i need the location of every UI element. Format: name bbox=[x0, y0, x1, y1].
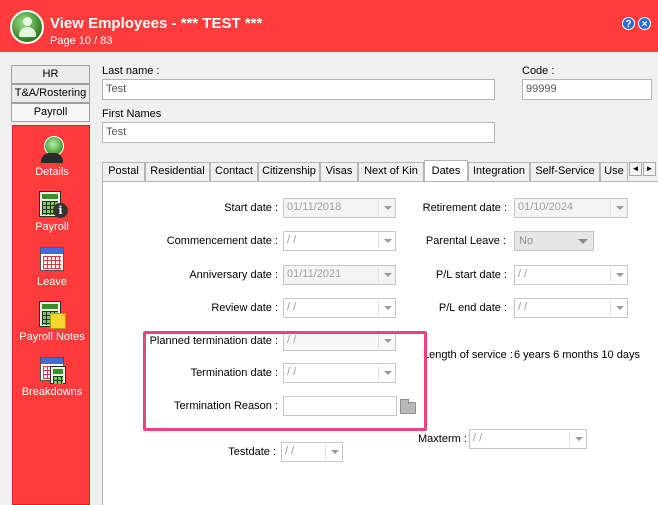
employee-details-icon bbox=[38, 136, 66, 164]
code-label: Code : bbox=[522, 65, 555, 77]
commencement-date-picker[interactable]: / / bbox=[283, 231, 396, 251]
chevron-down-icon bbox=[616, 273, 624, 277]
module-tab-ta-rostering[interactable]: T&A/Rostering bbox=[11, 84, 90, 103]
length-of-service-value: 6 years 6 months 10 days bbox=[514, 349, 640, 361]
calendar-icon bbox=[38, 246, 66, 274]
calendar-calculator-icon bbox=[38, 356, 66, 384]
module-tab-payroll[interactable]: Payroll bbox=[11, 103, 90, 122]
anniversary-date-label: Anniversary date : bbox=[189, 269, 278, 281]
nav-item-payroll[interactable]: i Payroll bbox=[13, 191, 91, 233]
chevron-down-icon bbox=[578, 239, 588, 244]
pl-end-date-value: / / bbox=[518, 301, 528, 313]
payroll-calculator-icon: i bbox=[38, 191, 68, 219]
tab-dates[interactable]: Dates bbox=[424, 160, 468, 182]
chevron-down-icon bbox=[616, 306, 624, 310]
record-tabs: Postal Residential Contact Citizenship V… bbox=[102, 160, 658, 182]
chevron-down-icon bbox=[575, 437, 583, 441]
chevron-down-icon bbox=[384, 273, 392, 277]
nav-item-label: Breakdowns bbox=[21, 386, 83, 398]
tab-integration[interactable]: Integration bbox=[468, 162, 530, 181]
pl-end-date-label: P/L end date : bbox=[438, 302, 507, 314]
last-name-field[interactable]: Test bbox=[102, 79, 495, 100]
review-date-label: Review date : bbox=[211, 302, 278, 314]
title-bar: View Employees - *** TEST *** Page 10 / … bbox=[0, 0, 658, 52]
tab-citizenship[interactable]: Citizenship bbox=[258, 162, 320, 181]
employee-window: View Employees - *** TEST *** Page 10 / … bbox=[0, 0, 658, 505]
start-date-value: 01/11/2018 bbox=[287, 201, 342, 213]
chevron-down-icon bbox=[384, 306, 392, 310]
window-title: View Employees - *** TEST *** bbox=[50, 15, 263, 32]
calculator-note-icon bbox=[38, 301, 66, 329]
tab-contact[interactable]: Contact bbox=[210, 162, 258, 181]
maxterm-value: / / bbox=[473, 432, 483, 444]
testdate-picker[interactable]: / / bbox=[281, 442, 343, 462]
length-of-service-label: Length of service : bbox=[423, 349, 513, 361]
parental-leave-value: No bbox=[519, 235, 534, 247]
page-counter: Page 10 / 83 bbox=[50, 35, 113, 47]
module-tab-hr[interactable]: HR bbox=[11, 65, 90, 84]
code-field[interactable]: 99999 bbox=[522, 79, 652, 100]
payroll-nav-panel: Details i Payroll Leave Payroll Notes Br… bbox=[12, 125, 90, 505]
first-names-label: First Names bbox=[102, 108, 162, 120]
review-date-value: / / bbox=[287, 301, 297, 313]
commencement-date-value: / / bbox=[287, 234, 297, 246]
nav-item-label: Payroll bbox=[35, 221, 69, 233]
chevron-down-icon bbox=[331, 450, 339, 454]
testdate-value: / / bbox=[285, 445, 295, 457]
chevron-down-icon bbox=[616, 206, 624, 210]
tab-scroll-right-icon[interactable]: ► bbox=[643, 162, 656, 176]
app-logo-icon bbox=[10, 10, 44, 44]
help-button[interactable]: ? bbox=[622, 17, 635, 30]
maxterm-label: Maxterm : bbox=[418, 433, 467, 445]
pl-start-date-picker[interactable]: / / bbox=[514, 265, 628, 285]
start-date-label: Start date : bbox=[224, 202, 278, 214]
chevron-down-icon bbox=[384, 239, 392, 243]
close-button[interactable]: × bbox=[638, 17, 651, 30]
pl-start-date-value: / / bbox=[518, 268, 528, 280]
chevron-down-icon bbox=[384, 206, 392, 210]
first-names-field[interactable]: Test bbox=[102, 122, 495, 143]
maxterm-picker[interactable]: / / bbox=[469, 429, 587, 449]
module-tabs: HR T&A/Rostering Payroll bbox=[11, 65, 90, 122]
retirement-date-picker[interactable]: 01/10/2024 bbox=[514, 198, 628, 218]
nav-item-details[interactable]: Details bbox=[13, 136, 91, 178]
last-name-label: Last name : bbox=[102, 65, 160, 77]
tab-postal[interactable]: Postal bbox=[102, 162, 145, 181]
start-date-picker[interactable]: 01/11/2018 bbox=[283, 198, 396, 218]
retirement-date-value: 01/10/2024 bbox=[518, 201, 574, 213]
testdate-label: Testdate : bbox=[228, 446, 276, 458]
parental-leave-label: Parental Leave : bbox=[425, 235, 506, 247]
nav-item-label: Payroll Notes bbox=[19, 331, 85, 343]
nav-item-payroll-notes[interactable]: Payroll Notes bbox=[13, 301, 91, 343]
tab-next-of-kin[interactable]: Next of Kin bbox=[358, 162, 424, 181]
pl-start-date-label: P/L start date : bbox=[435, 269, 507, 281]
tab-residential[interactable]: Residential bbox=[145, 162, 210, 181]
nav-item-label: Details bbox=[35, 166, 69, 178]
tab-self-service[interactable]: Self-Service bbox=[530, 162, 600, 181]
tab-visas[interactable]: Visas bbox=[320, 162, 358, 181]
tab-use[interactable]: Use bbox=[600, 162, 628, 181]
retirement-date-label: Retirement date : bbox=[422, 202, 507, 214]
pl-end-date-picker[interactable]: / / bbox=[514, 298, 628, 318]
tab-scroll-left-icon[interactable]: ◄ bbox=[629, 162, 642, 176]
parental-leave-select[interactable]: No bbox=[514, 231, 594, 251]
commencement-date-label: Commencement date : bbox=[166, 235, 278, 247]
nav-item-label: Leave bbox=[37, 276, 67, 288]
termination-fields-highlight bbox=[143, 331, 427, 431]
nav-item-leave[interactable]: Leave bbox=[13, 246, 91, 288]
review-date-picker[interactable]: / / bbox=[283, 298, 396, 318]
anniversary-date-value: 01/11/2021 bbox=[287, 268, 342, 280]
nav-item-breakdowns[interactable]: Breakdowns bbox=[13, 356, 91, 398]
anniversary-date-picker[interactable]: 01/11/2021 bbox=[283, 265, 396, 285]
